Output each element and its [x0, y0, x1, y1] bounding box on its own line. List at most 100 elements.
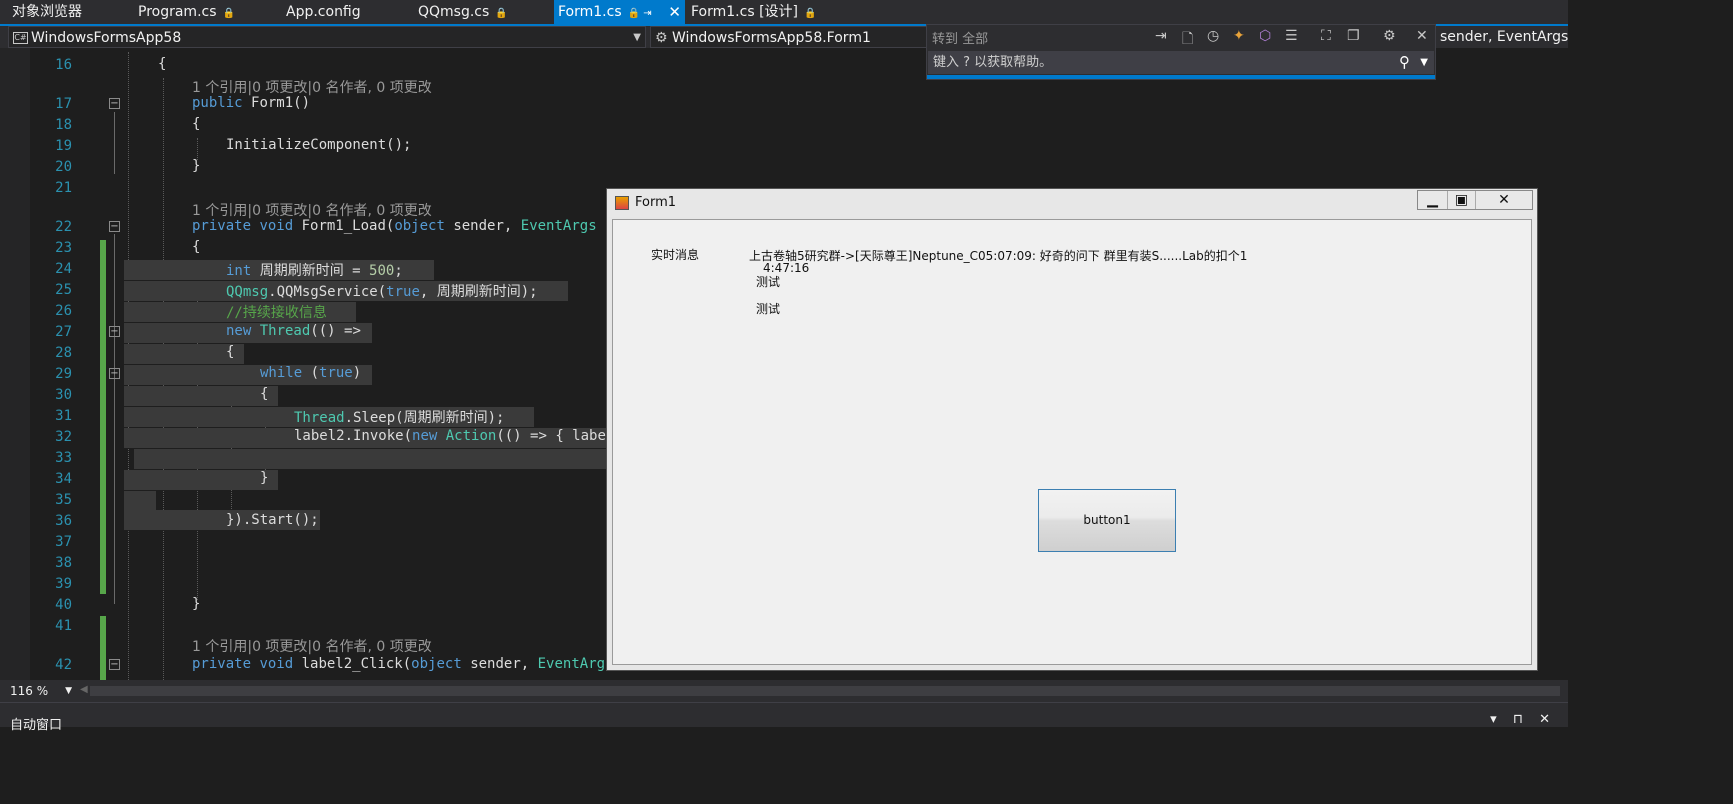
- selection-highlight: [134, 449, 606, 469]
- member-name: t sender, EventArgs: [1430, 29, 1569, 45]
- tab-object-browser[interactable]: 对象浏览器: [0, 0, 130, 24]
- maximize-icon[interactable]: ▣: [1448, 191, 1476, 209]
- line-number: 20: [55, 159, 72, 175]
- class-dropdown[interactable]: ⚙ WindowsFormsApp58.Form1: [650, 26, 930, 48]
- zoom-level: 116 %: [10, 684, 49, 698]
- symbol-icon[interactable]: ✦: [1233, 28, 1245, 44]
- code-line: {: [192, 116, 201, 132]
- label-message[interactable]: 上古卷轴5研究群->[天际尊王]Neptune_C05:07:09: 好奇的问下…: [749, 247, 1247, 264]
- code-line: InitializeComponent();: [226, 137, 412, 153]
- lock-icon: 🔒: [222, 8, 235, 19]
- change-indicator: [100, 240, 106, 594]
- tab-qqmsg-cs[interactable]: QQmsg.cs 🔒: [408, 0, 554, 24]
- clock-icon[interactable]: ◷: [1207, 28, 1219, 44]
- tab-form1-design[interactable]: Form1.cs [设计] 🔒: [685, 0, 825, 24]
- selection-highlight: [124, 470, 278, 490]
- selection-highlight: [124, 491, 156, 511]
- form1-window[interactable]: Form1 ▁ ▣ ✕ 实时消息 上古卷轴5研究群->[天际尊王]Neptune…: [606, 188, 1538, 671]
- button1[interactable]: button1: [1038, 489, 1176, 552]
- label-test: 测试: [756, 275, 781, 289]
- minimize-icon[interactable]: ▁: [1418, 191, 1448, 209]
- class-name: WindowsFormsApp58.Form1: [672, 30, 871, 46]
- tab-label: 对象浏览器: [12, 4, 82, 20]
- cube-icon[interactable]: ⬡: [1259, 28, 1271, 44]
- help-search-input[interactable]: 键入 ? 以获取帮助。 ⚲ ▼: [928, 51, 1434, 74]
- codelens-references[interactable]: 1 个引用|0 项更改|0 名作者, 0 项更改: [192, 200, 432, 220]
- codelens-references[interactable]: 1 个引用|0 项更改|0 名作者, 0 项更改: [192, 77, 432, 97]
- fold-line: [114, 234, 115, 604]
- form-title-bar[interactable]: Form1 ▁ ▣ ✕: [607, 189, 1537, 217]
- line-number: 37: [55, 534, 72, 550]
- line-number: 27: [55, 324, 72, 340]
- line-number: 21: [55, 180, 72, 196]
- line-number: 40: [55, 597, 72, 613]
- indent-guide: [197, 138, 198, 160]
- window-controls: ▁ ▣ ✕: [1417, 190, 1533, 210]
- collapse-icon[interactable]: −: [109, 659, 120, 670]
- line-number: 23: [55, 240, 72, 256]
- window-options-icons[interactable]: ▾ ⊓ ✕: [1490, 712, 1556, 727]
- line-number: 29: [55, 366, 72, 382]
- code-line: private void label2_Click(object sender,…: [192, 656, 614, 672]
- autos-window-title[interactable]: 自动窗口: [10, 714, 62, 733]
- line-number: 35: [55, 492, 72, 508]
- line-number: 28: [55, 345, 72, 361]
- line-number: 39: [55, 576, 72, 592]
- collapse-icon[interactable]: −: [109, 368, 120, 379]
- editor-margin: [0, 48, 30, 680]
- code-line: {: [158, 56, 167, 72]
- gear-icon[interactable]: ⚙: [1383, 28, 1396, 44]
- lock-icon: 🔒: [495, 8, 508, 19]
- line-number: 22: [55, 219, 72, 235]
- document-tab-bar: 对象浏览器 Program.cs 🔒 App.config QQmsg.cs 🔒 F…: [0, 0, 1568, 24]
- label-test: 测试: [756, 302, 781, 316]
- editor-status-bar: 116 % ▼ ◀: [0, 680, 1568, 702]
- pin-icon[interactable]: 🔒 ⇥: [628, 8, 652, 19]
- line-number: 41: [55, 618, 72, 634]
- line-number: 30: [55, 387, 72, 403]
- codelens-references[interactable]: 1 个引用|0 项更改|0 名作者, 0 项更改: [192, 636, 432, 656]
- close-icon[interactable]: ✕: [1416, 28, 1428, 44]
- line-number: 42: [55, 657, 72, 673]
- tab-app-config[interactable]: App.config: [278, 0, 408, 24]
- project-dropdown[interactable]: C# WindowsFormsApp58 ▼: [8, 26, 646, 48]
- code-line: {: [192, 239, 201, 255]
- line-icon[interactable]: ⇥: [1155, 28, 1167, 44]
- expand-icon[interactable]: ⛶: [1321, 28, 1331, 44]
- search-icon[interactable]: ⚲: [1399, 51, 1410, 74]
- line-number: 19: [55, 138, 72, 154]
- code-line: }: [260, 470, 269, 486]
- code-line: while (true): [260, 365, 362, 381]
- code-line: private void Form1_Load(object sender, E…: [192, 218, 597, 234]
- line-number: 17: [55, 96, 72, 112]
- tab-label: Form1.cs: [558, 4, 622, 20]
- list-icon[interactable]: ☰: [1285, 28, 1298, 44]
- zoom-dropdown[interactable]: 116 % ▼: [2, 682, 76, 700]
- scroll-left-icon[interactable]: ◀: [80, 684, 88, 695]
- tab-label: Program.cs: [138, 4, 217, 20]
- tab-form1-cs[interactable]: Form1.cs 🔒 ⇥ ✕: [554, 0, 685, 24]
- code-line: QQmsg.QQMsgService(true, 周期刷新时间);: [226, 284, 538, 300]
- tab-label: App.config: [286, 4, 361, 20]
- goto-label[interactable]: 转到 全部: [932, 28, 988, 47]
- tab-program-cs[interactable]: Program.cs 🔒: [130, 0, 278, 24]
- collapse-icon[interactable]: −: [109, 221, 120, 232]
- help-placeholder: 键入 ? 以获取帮助。: [933, 55, 1053, 70]
- close-icon[interactable]: ✕: [1476, 191, 1532, 209]
- csharp-project-icon: C#: [13, 32, 28, 44]
- member-dropdown[interactable]: t sender, EventArgs: [1430, 26, 1568, 48]
- line-number: 31: [55, 408, 72, 424]
- collapse-icon[interactable]: −: [109, 98, 120, 109]
- copy-icon[interactable]: ❐: [1347, 28, 1360, 44]
- close-icon[interactable]: ✕: [668, 0, 681, 24]
- class-icon: ⚙: [655, 30, 668, 46]
- code-line: Thread.Sleep(周期刷新时间);: [294, 410, 505, 426]
- line-number: 36: [55, 513, 72, 529]
- code-line: }: [192, 596, 201, 612]
- file-icon[interactable]: 🗋: [1182, 28, 1193, 52]
- form-title: Form1: [635, 195, 677, 210]
- quick-launch-panel: 转到 全部 ⇥ 🗋 ◷ ✦ ⬡ ☰ ⛶ ❐ ⚙ ✕ 键入 ? 以获取帮助。 ⚲ …: [926, 24, 1436, 80]
- horizontal-scrollbar[interactable]: [90, 686, 1560, 696]
- chevron-down-icon[interactable]: ▼: [1420, 51, 1428, 74]
- collapse-icon[interactable]: −: [109, 326, 120, 337]
